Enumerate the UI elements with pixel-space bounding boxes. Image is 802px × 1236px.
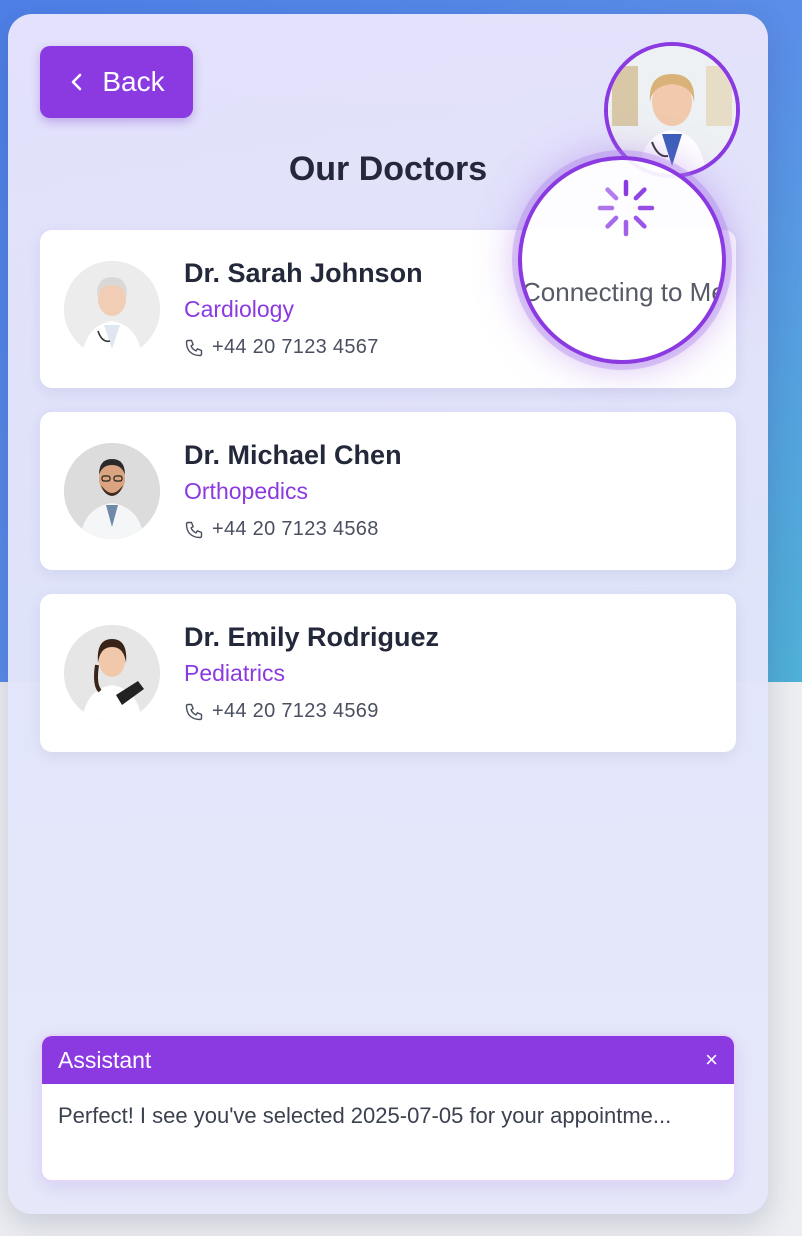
doctor-phone[interactable]: +44 20 7123 4569 xyxy=(184,700,379,723)
doctor-specialty: Cardiology xyxy=(184,296,294,322)
doctors-panel: Back Our Doctors Dr. Sarah Johnson Cardi… xyxy=(8,14,768,1214)
doctor-card[interactable]: Dr. Emily Rodriguez Pediatrics +44 20 71… xyxy=(40,594,736,752)
assistant-title: Assistant xyxy=(58,1046,152,1073)
assistant-message: Perfect! I see you've selected 2025-07-0… xyxy=(58,1103,672,1128)
phone-icon xyxy=(185,339,203,356)
doctor-phone-number: +44 20 7123 4569 xyxy=(212,700,379,722)
back-button-label: Back xyxy=(102,66,165,97)
doctor-name: Dr. Michael Chen xyxy=(184,440,402,470)
doctor-portrait xyxy=(608,46,736,174)
connecting-text: Connecting to Medcor AI... xyxy=(522,277,726,307)
back-button[interactable]: Back xyxy=(40,46,193,118)
doctor-name: Dr. Sarah Johnson xyxy=(184,258,423,288)
doctor-photo xyxy=(64,261,160,357)
doctor-name: Dr. Emily Rodriguez xyxy=(184,622,440,652)
doctor-specialty: Pediatrics xyxy=(184,660,285,686)
phone-icon xyxy=(185,521,203,538)
doctor-phone[interactable]: +44 20 7123 4567 xyxy=(184,336,379,359)
chevron-left-icon xyxy=(72,73,82,91)
assistant-header: Assistant × xyxy=(42,1036,734,1084)
close-icon[interactable]: × xyxy=(705,1047,718,1073)
doctor-photo xyxy=(64,443,160,539)
doctor-card[interactable]: Dr. Michael Chen Orthopedics +44 20 7123… xyxy=(40,412,736,570)
doctor-phone-number: +44 20 7123 4567 xyxy=(212,336,379,358)
doctor-phone-number: +44 20 7123 4568 xyxy=(212,518,379,540)
doctor-phone[interactable]: +44 20 7123 4568 xyxy=(184,518,379,541)
assistant-popup: Assistant × Perfect! I see you've select… xyxy=(40,1034,736,1182)
doctor-specialty: Orthopedics xyxy=(184,478,309,504)
phone-icon xyxy=(185,703,203,720)
doctor-photo xyxy=(64,625,160,721)
spinner-icon xyxy=(597,179,655,237)
connecting-indicator: Connecting to Medcor AI... xyxy=(518,156,726,364)
